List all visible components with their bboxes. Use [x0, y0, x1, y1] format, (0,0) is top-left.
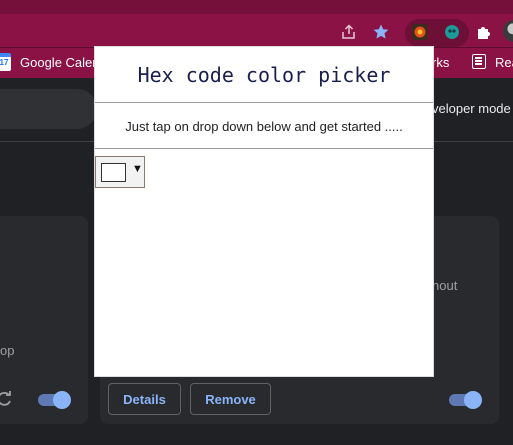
color-dropdown[interactable]: ▼: [95, 156, 145, 188]
tab-strip: [0, 0, 513, 14]
extension-popup: Hex code color picker Just tap on drop d…: [94, 46, 434, 377]
developer-mode-label: veloper mode: [432, 101, 511, 116]
popup-instructions: Just tap on drop down below and get star…: [125, 119, 403, 134]
remove-button[interactable]: Remove: [190, 383, 271, 415]
extension-enable-toggle[interactable]: [449, 391, 482, 409]
reading-list-label[interactable]: Rea: [495, 55, 513, 70]
extension-description: nout: [432, 278, 458, 293]
reading-list-icon[interactable]: [472, 54, 486, 69]
reload-icon[interactable]: [0, 390, 13, 413]
popup-title: Hex code color picker: [137, 63, 391, 87]
share-icon[interactable]: [337, 20, 361, 44]
profile-avatar[interactable]: [503, 20, 513, 42]
bookmark-item[interactable]: rks: [432, 55, 449, 70]
details-button[interactable]: Details: [108, 383, 181, 415]
calendar-icon: 17: [0, 53, 11, 71]
extensions-puzzle-icon[interactable]: [472, 20, 496, 44]
chevron-down-icon: ▼: [132, 163, 143, 175]
extension-enable-toggle[interactable]: [38, 391, 71, 409]
extension-card: [0, 216, 88, 424]
divider: [95, 102, 433, 103]
color-swatch: [101, 163, 126, 182]
divider: [95, 148, 433, 149]
extension-description: op: [0, 343, 15, 358]
search-extensions-input[interactable]: [0, 89, 97, 129]
teal-extension-icon[interactable]: [440, 20, 464, 44]
color-picker-extension-icon[interactable]: [408, 20, 432, 44]
browser-toolbar: [0, 0, 513, 48]
bookmark-star-icon[interactable]: [369, 20, 393, 44]
